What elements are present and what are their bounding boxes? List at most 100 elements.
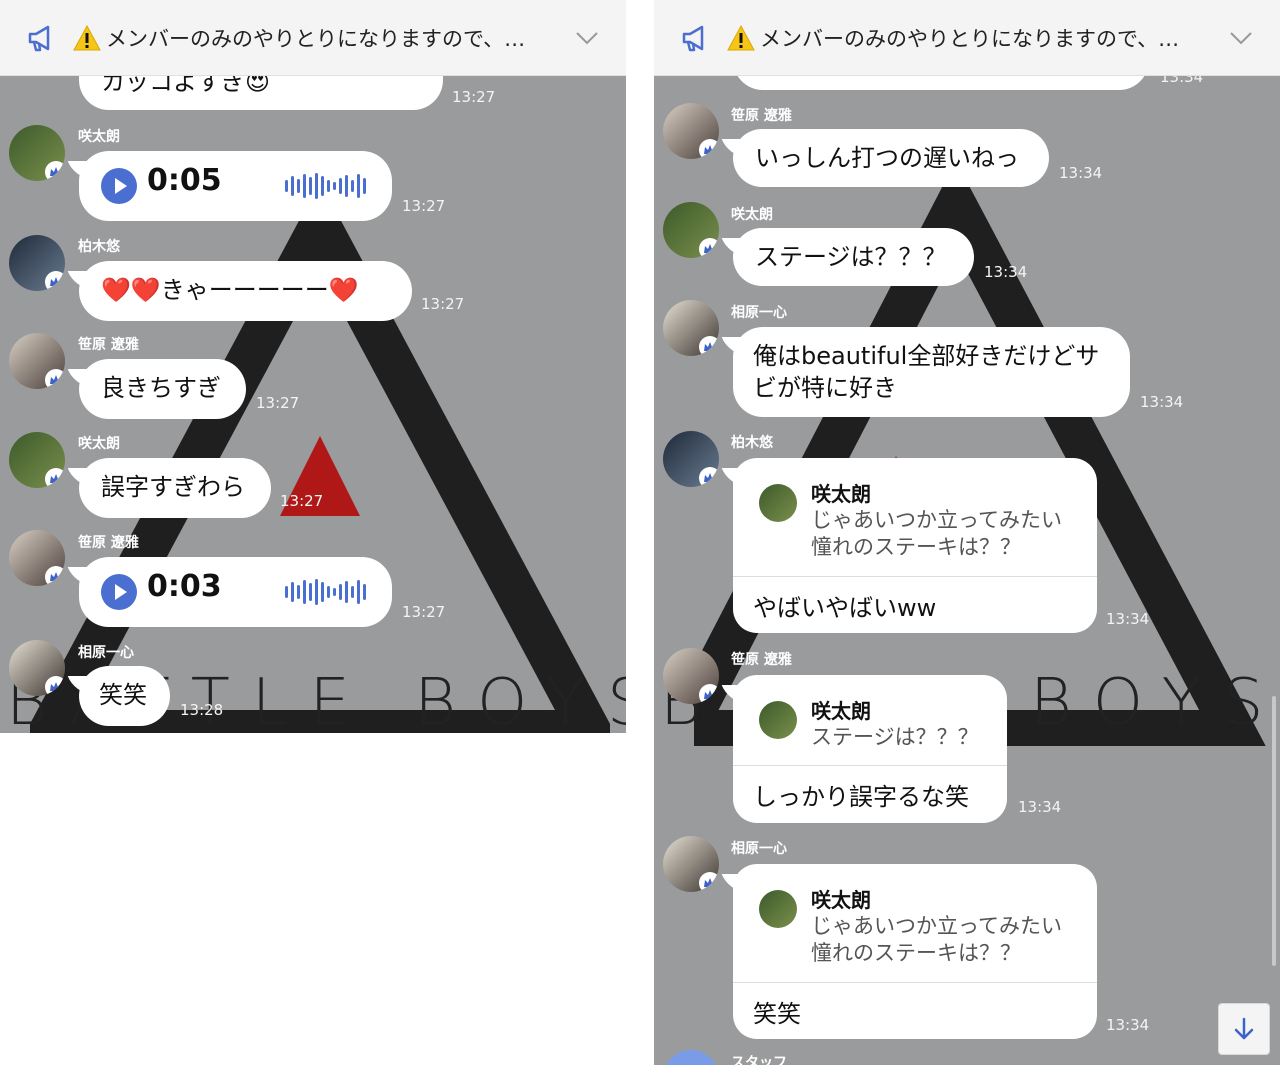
sender-name: 笹原 遼雅: [731, 652, 792, 668]
announcement-text: メンバーのみのやりとりになりますので、…: [760, 26, 1180, 51]
chat-panel-left: BATTLE BOYS カッコよすぎ😍 13:27 咲太朗 0:05 13:27…: [0, 0, 626, 733]
voice-message-bubble[interactable]: 0:03: [79, 557, 392, 627]
quoted-text-line: ステージは？？？: [811, 725, 979, 749]
reply-message-bubble[interactable]: 咲太朗 ステージは？？？ しっかり誤字るな笑: [733, 675, 1007, 823]
sender-name: 柏木悠: [731, 435, 773, 451]
warning-icon: [727, 24, 755, 50]
message-time: 13:34: [1059, 164, 1103, 182]
message-text: ステージは？？？: [755, 243, 947, 271]
message-time: 13:34: [1018, 798, 1062, 816]
reply-message-bubble[interactable]: 咲太朗 じゃあいつか立ってみたい 憧れのステーキは？？ 笑笑: [733, 864, 1097, 1039]
message-time: 13:34: [1140, 393, 1184, 411]
avatar[interactable]: [9, 530, 65, 586]
divider: [733, 765, 1007, 766]
sender-name: 笹原 遼雅: [731, 108, 792, 124]
message-bubble[interactable]: ❤️❤️きゃーーーーー❤️: [79, 261, 412, 321]
quoted-text-line: 憧れのステーキは？？: [811, 535, 1021, 559]
quoted-text-line: じゃあいつか立ってみたい: [811, 508, 1062, 532]
quoted-sender: 咲太朗: [811, 699, 871, 723]
message-bubble[interactable]: 笑笑: [79, 666, 170, 726]
quoted-avatar: [759, 890, 797, 928]
message-time: 13:34: [1106, 1016, 1150, 1034]
message-text: 良きちすぎ: [101, 374, 221, 402]
crown-icon: [699, 684, 719, 704]
arrow-down-icon: [1234, 1017, 1254, 1040]
divider: [733, 982, 1097, 983]
voice-message-bubble[interactable]: 0:05: [79, 151, 392, 221]
avatar[interactable]: [663, 431, 719, 487]
quoted-text-line: じゃあいつか立ってみたい: [811, 914, 1062, 938]
announcement-text: メンバーのみのやりとりになりますので、…: [106, 26, 526, 51]
voice-duration: 0:03: [147, 569, 222, 604]
sender-name: 相原一心: [78, 645, 134, 661]
scroll-to-bottom-button[interactable]: [1218, 1003, 1270, 1055]
sender-name: 咲太朗: [78, 436, 120, 452]
warning-icon: [73, 24, 101, 50]
quoted-text-line: 憧れのステーキは？？: [811, 941, 1021, 965]
avatar[interactable]: [663, 836, 719, 892]
reply-message-bubble[interactable]: 咲太朗 じゃあいつか立ってみたい 憧れのステーキは？？ やばいやばいww: [733, 458, 1097, 633]
message-bubble[interactable]: 俺はbeautiful全部好きだけどサ ビが特に好き: [733, 327, 1130, 417]
message-bubble[interactable]: 誤字すぎわら: [79, 458, 271, 518]
avatar[interactable]: [663, 300, 719, 356]
avatar[interactable]: [663, 648, 719, 704]
message-bubble-partial[interactable]: カッコよすぎ😍: [79, 76, 443, 110]
play-icon[interactable]: [101, 574, 137, 610]
chevron-down-icon[interactable]: [574, 25, 600, 51]
message-time: 13:34: [1160, 76, 1204, 86]
sender-name: 柏木悠: [78, 239, 120, 255]
voice-waveform: [285, 578, 366, 606]
message-time: 13:27: [402, 197, 446, 215]
reply-text: 笑笑: [753, 1000, 801, 1028]
message-time: 13:34: [984, 263, 1028, 281]
crown-icon: [45, 161, 65, 181]
chat-panel-right: B BOYS 13:34 笹原 遼雅 いっしん打つの遅いねっ 13:34 咲太朗…: [654, 0, 1280, 1065]
avatar[interactable]: [9, 432, 65, 488]
message-time: 13:27: [452, 88, 496, 106]
message-text: 誤字すぎわら: [101, 473, 245, 501]
sender-name: 相原一心: [731, 305, 787, 321]
message-text-line: ビが特に好き: [753, 374, 897, 402]
quoted-sender: 咲太朗: [811, 888, 871, 912]
scrollbar[interactable]: [1272, 696, 1276, 966]
play-icon[interactable]: [101, 168, 137, 204]
sender-name: 咲太朗: [731, 207, 773, 223]
chat-background: B BOYS 13:34 笹原 遼雅 いっしん打つの遅いねっ 13:34 咲太朗…: [654, 76, 1280, 1065]
sender-name: 相原一心: [731, 841, 787, 857]
message-bubble[interactable]: ステージは？？？: [733, 228, 974, 286]
message-text: 笑笑: [99, 681, 147, 709]
quoted-sender: 咲太朗: [811, 482, 871, 506]
voice-waveform: [285, 172, 366, 200]
quoted-avatar: [759, 701, 797, 739]
crown-icon: [699, 336, 719, 356]
message-bubble-partial[interactable]: [733, 76, 1149, 90]
avatar[interactable]: [663, 103, 719, 159]
avatar[interactable]: [9, 125, 65, 181]
avatar[interactable]: [9, 333, 65, 389]
sender-name: 咲太朗: [78, 129, 120, 145]
message-bubble[interactable]: 良きちすぎ: [79, 359, 246, 419]
avatar[interactable]: [9, 640, 65, 696]
avatar[interactable]: [663, 202, 719, 258]
announcement-bar[interactable]: メンバーのみのやりとりになりますので、…: [0, 0, 626, 76]
message-bubble[interactable]: いっしん打つの遅いねっ: [733, 129, 1049, 187]
crown-icon: [45, 369, 65, 389]
reply-text: しっかり誤字るな笑: [753, 783, 969, 811]
megaphone-icon: [28, 25, 50, 51]
message-time: 13:27: [280, 492, 324, 510]
message-text: ❤️❤️きゃーーーーー❤️: [101, 276, 359, 304]
crown-icon: [699, 872, 719, 892]
message-time: 13:27: [421, 295, 465, 313]
crown-icon: [45, 676, 65, 696]
sender-name: 笹原 遼雅: [78, 337, 139, 353]
announcement-bar[interactable]: メンバーのみのやりとりになりますので、…: [654, 0, 1280, 76]
message-text-line: 俺はbeautiful全部好きだけどサ: [753, 342, 1100, 370]
reply-text: やばいやばいww: [753, 594, 937, 622]
chevron-down-icon[interactable]: [1228, 25, 1254, 51]
divider: [733, 576, 1097, 577]
crown-icon: [699, 238, 719, 258]
crown-icon: [45, 468, 65, 488]
avatar[interactable]: [9, 235, 65, 291]
avatar[interactable]: [663, 1050, 719, 1065]
message-time: 13:34: [1106, 610, 1150, 628]
